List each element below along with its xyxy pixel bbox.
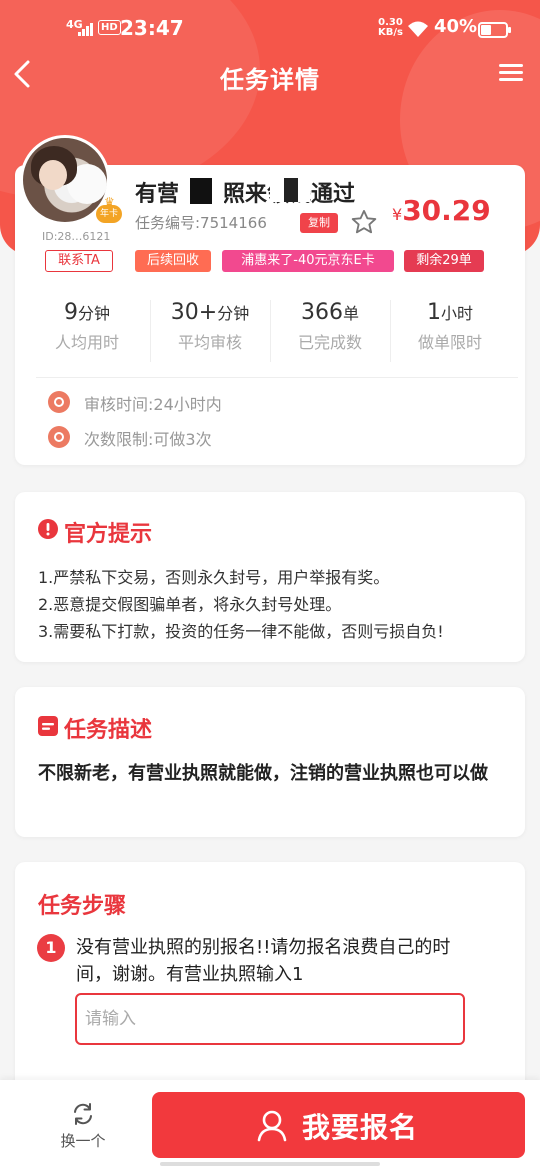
task-stats: 9分钟 人均用时 30+分钟 平均审核 366单 已完成数 1小时 做单限时 bbox=[15, 300, 525, 370]
stat-unit: 分钟 bbox=[77, 304, 110, 323]
page-title: 任务详情 bbox=[220, 66, 320, 94]
swap-task-label: 换一个 bbox=[60, 1132, 106, 1150]
stat-unit: 小时 bbox=[440, 304, 473, 323]
redaction-mask bbox=[178, 176, 224, 206]
stat-label: 做单限时 bbox=[417, 333, 482, 352]
star-icon bbox=[351, 209, 377, 234]
publisher-id: ID:28…6121 bbox=[42, 230, 111, 243]
back-button[interactable] bbox=[10, 58, 50, 94]
stat-unit: 单 bbox=[342, 304, 359, 323]
bottom-action-bar: 换一个 我要报名 bbox=[0, 1080, 540, 1170]
network-speed-unit: KB/s bbox=[378, 27, 403, 38]
signal-icon bbox=[78, 22, 96, 36]
user-icon bbox=[257, 1110, 287, 1142]
step-answer-input[interactable] bbox=[75, 993, 465, 1045]
stat-value: 9 bbox=[63, 300, 78, 325]
price-currency: ¥ bbox=[392, 205, 403, 224]
home-indicator bbox=[160, 1162, 380, 1166]
document-icon bbox=[38, 716, 58, 736]
stat-value: 366 bbox=[300, 300, 343, 325]
step-text: 没有营业执照的别报名!!请勿报名浪费自己的时间，谢谢。有营业执照输入1 bbox=[76, 937, 451, 985]
stat-label: 已完成数 bbox=[297, 333, 362, 352]
wifi-icon bbox=[406, 20, 430, 42]
hamburger-menu-icon bbox=[496, 64, 526, 81]
status-bar: 4G HD 23:47 0.30 KB/s 40% bbox=[0, 14, 540, 46]
network-speed: 0.30 KB/s bbox=[378, 18, 403, 38]
tag-remaining: 剩余29单 bbox=[404, 250, 484, 272]
stat-avg-review: 30+分钟 平均审核 bbox=[150, 300, 270, 353]
exclamation-icon bbox=[38, 519, 58, 539]
swap-task-button[interactable]: 换一个 bbox=[40, 1094, 126, 1154]
task-number: 任务编号:7514166 bbox=[135, 214, 267, 232]
task-price: ¥30.29 bbox=[392, 194, 491, 227]
chevron-left-icon bbox=[14, 60, 30, 88]
list-item: 1.严禁私下交易，否则永久封号，用户举报有奖。 bbox=[38, 568, 390, 587]
stat-value: 1 bbox=[426, 300, 441, 325]
refresh-icon bbox=[74, 1103, 92, 1125]
step-number: 1 bbox=[37, 934, 65, 962]
tag-recycle: 后续回收 bbox=[135, 250, 211, 272]
vip-badge: 年卡 bbox=[96, 193, 122, 223]
menu-button[interactable] bbox=[496, 60, 526, 90]
clock: 23:47 bbox=[120, 16, 184, 40]
task-description-text: 不限新老，有营业执照就能做，注销的营业执照也可以做 bbox=[38, 763, 488, 784]
battery-icon bbox=[478, 22, 511, 38]
review-stamp-icon bbox=[48, 391, 70, 413]
task-description-title: 任务描述 bbox=[64, 718, 153, 743]
stat-time-limit: 1小时 做单限时 bbox=[390, 300, 510, 353]
stat-label: 平均审核 bbox=[177, 333, 242, 352]
price-amount: 30.29 bbox=[402, 194, 491, 227]
stat-completed: 366单 已完成数 bbox=[270, 300, 390, 353]
list-item: 3.需要私下打款，投资的任务一律不能做，否则亏损自负! bbox=[38, 622, 444, 641]
stat-label: 人均用时 bbox=[54, 333, 119, 352]
stat-unit: 分钟 bbox=[217, 304, 250, 323]
task-title: 有营业执照来领钱通过 bbox=[135, 182, 356, 207]
stat-avg-time: 9分钟 人均用时 bbox=[27, 300, 147, 353]
divider bbox=[36, 377, 518, 378]
official-tips-list: 1.严禁私下交易，否则永久封号，用户举报有奖。 2.恶意提交假图骗单者，将永久封… bbox=[38, 564, 444, 645]
task-steps-title: 任务步骤 bbox=[38, 894, 127, 919]
alarm-clock-icon bbox=[48, 426, 70, 448]
redaction-mask bbox=[270, 176, 310, 202]
contact-button[interactable]: 联系TA bbox=[45, 250, 113, 272]
stat-value: 30+ bbox=[170, 300, 218, 325]
review-time-text: 审核时间:24小时内 bbox=[84, 395, 222, 414]
attempt-limit-text: 次数限制:可做3次 bbox=[84, 430, 212, 449]
battery-percent: 40% bbox=[434, 16, 478, 37]
official-tips-title: 官方提示 bbox=[64, 522, 153, 547]
hd-badge: HD bbox=[98, 20, 121, 35]
apply-button[interactable]: 我要报名 bbox=[152, 1092, 525, 1158]
list-item: 2.恶意提交假图骗单者，将永久封号处理。 bbox=[38, 595, 342, 614]
tag-promo: 浦惠来了-40元京东E卡 bbox=[222, 250, 394, 272]
favorite-button[interactable] bbox=[350, 208, 378, 236]
copy-button[interactable]: 复制 bbox=[300, 213, 338, 233]
apply-button-label: 我要报名 bbox=[302, 1111, 419, 1144]
nav-bar: 任务详情 bbox=[0, 52, 540, 100]
